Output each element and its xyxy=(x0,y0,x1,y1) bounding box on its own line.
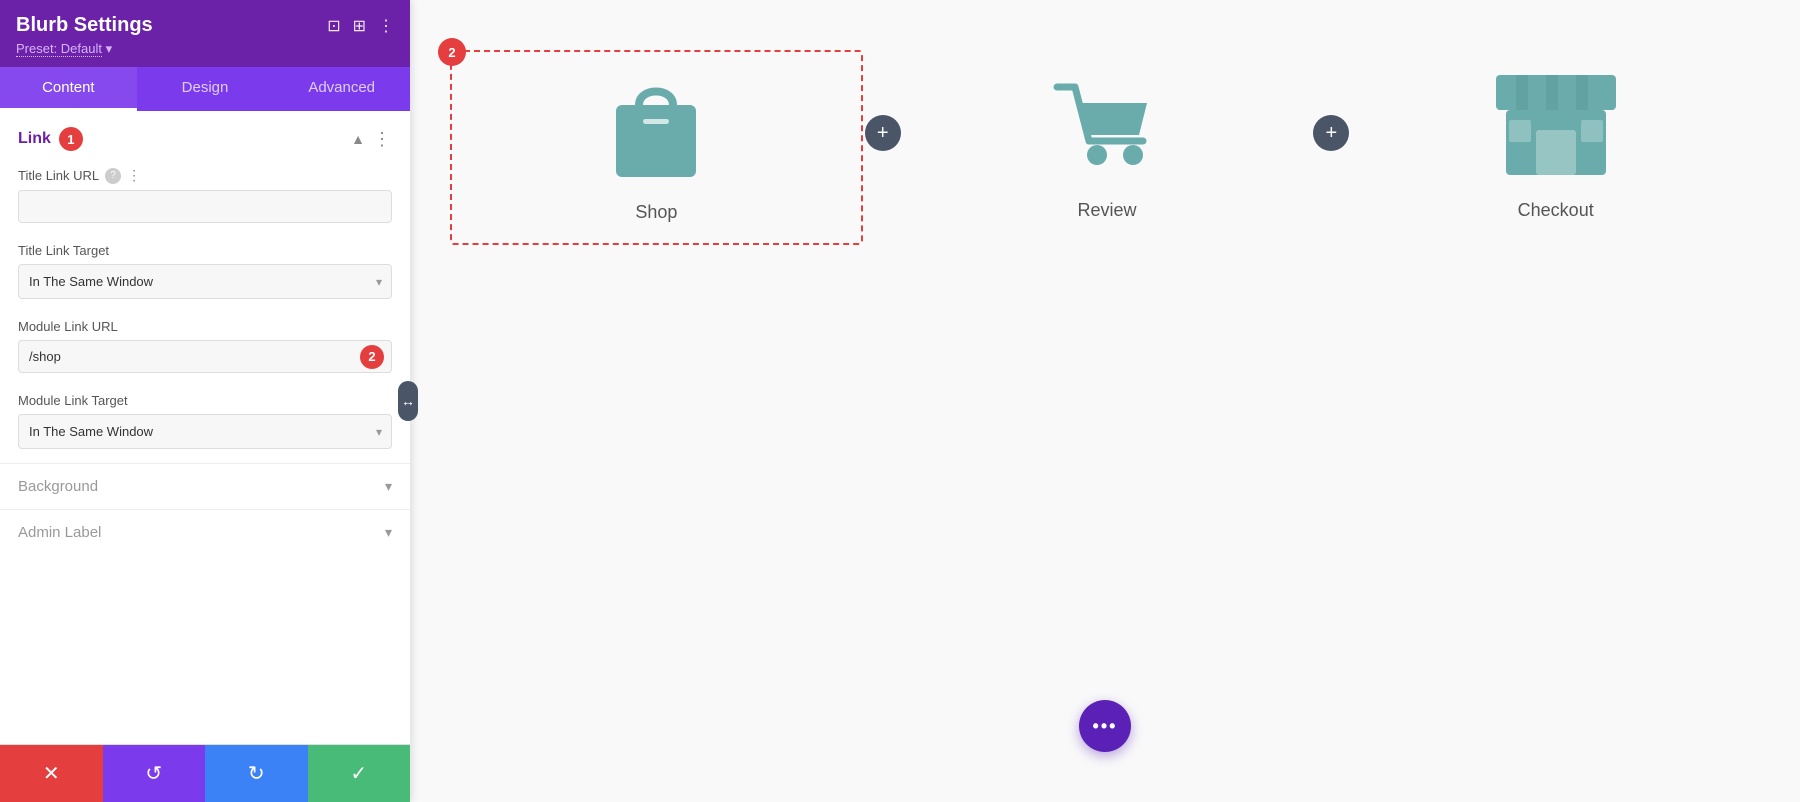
tab-design[interactable]: Design xyxy=(137,67,274,111)
section-dots-menu[interactable]: ⋮ xyxy=(373,129,392,150)
selected-badge: 2 xyxy=(438,38,466,66)
module-link-target-wrap: In The Same Window In A New Window ▾ xyxy=(18,414,392,449)
sidebar-header: Blurb Settings ⊡ ⊞ ⋮ Preset: Default ▾ xyxy=(0,0,410,67)
section-header-right: ▲ ⋮ xyxy=(351,129,392,150)
shop-label: Shop xyxy=(635,202,677,223)
title-link-target-select[interactable]: In The Same Window In A New Window xyxy=(18,264,392,299)
admin-label-chevron-icon: ▾ xyxy=(385,524,392,541)
fab-icon: ••• xyxy=(1093,716,1118,737)
cancel-button[interactable]: ✕ xyxy=(0,745,103,802)
review-icon-wrap xyxy=(1042,60,1172,190)
canvas-row: 2 Shop + xyxy=(450,50,1760,245)
field-dots-menu[interactable]: ⋮ xyxy=(127,167,141,184)
sidebar-content: Link 1 ▲ ⋮ Title Link URL ? ⋮ Title Link… xyxy=(0,111,410,744)
main-canvas: 2 Shop + xyxy=(410,0,1800,802)
module-link-target-select[interactable]: In The Same Window In A New Window xyxy=(18,414,392,449)
link-section-title: Link 1 xyxy=(18,127,83,151)
preset-label[interactable]: Preset: Default ▾ xyxy=(16,41,394,57)
tab-advanced[interactable]: Advanced xyxy=(273,67,410,111)
module-link-url-label: Module Link URL xyxy=(18,319,392,334)
tab-bar: Content Design Advanced xyxy=(0,67,410,111)
help-icon[interactable]: ? xyxy=(105,168,121,184)
chevron-up-icon[interactable]: ▲ xyxy=(351,131,365,147)
title-link-target-group: Title Link Target In The Same Window In … xyxy=(0,237,410,313)
review-cart-icon xyxy=(1047,65,1167,185)
link-badge: 1 xyxy=(59,127,83,151)
title-link-target-wrap: In The Same Window In A New Window ▾ xyxy=(18,264,392,299)
redo-button[interactable]: ↻ xyxy=(205,745,308,802)
tab-content[interactable]: Content xyxy=(0,67,137,111)
title-link-url-group: Title Link URL ? ⋮ xyxy=(0,161,410,237)
save-button[interactable]: ✓ xyxy=(308,745,411,802)
admin-label-section[interactable]: Admin Label ▾ xyxy=(0,509,410,555)
background-chevron-icon: ▾ xyxy=(385,478,392,495)
module-shop[interactable]: 2 Shop xyxy=(450,50,863,245)
expand-icon[interactable]: ⊡ xyxy=(327,16,340,36)
module-link-url-wrap: 2 xyxy=(18,340,392,373)
background-section[interactable]: Background ▾ xyxy=(0,463,410,509)
drag-handle[interactable]: ↔ xyxy=(398,381,418,421)
shop-bag-icon xyxy=(601,67,711,187)
shop-icon-wrap xyxy=(591,62,721,192)
review-label: Review xyxy=(1077,200,1136,221)
module-review[interactable]: Review xyxy=(903,50,1312,241)
add-column-btn-2[interactable]: + xyxy=(1311,115,1351,151)
module-link-target-label: Module Link Target xyxy=(18,393,392,408)
plus-circle-1[interactable]: + xyxy=(865,115,901,151)
plus-circle-2[interactable]: + xyxy=(1313,115,1349,151)
module-link-url-input[interactable] xyxy=(18,340,392,373)
link-title-text: Link xyxy=(18,130,51,148)
undo-button[interactable]: ↺ xyxy=(103,745,206,802)
admin-label-text: Admin Label xyxy=(18,524,101,541)
link-section-header: Link 1 ▲ ⋮ xyxy=(0,111,410,161)
checkout-icon-wrap xyxy=(1491,60,1621,190)
resize-icon: ↔ xyxy=(401,393,415,409)
sidebar: Blurb Settings ⊡ ⊞ ⋮ Preset: Default ▾ C… xyxy=(0,0,410,802)
fab-button[interactable]: ••• xyxy=(1079,700,1131,752)
add-column-btn-1[interactable]: + xyxy=(863,115,903,151)
sidebar-header-top: Blurb Settings ⊡ ⊞ ⋮ xyxy=(16,14,394,37)
sidebar-footer: ✕ ↺ ↻ ✓ xyxy=(0,744,410,802)
module-checkout[interactable]: Checkout xyxy=(1351,50,1760,241)
title-link-target-label: Title Link Target xyxy=(18,243,392,258)
module-link-target-group: Module Link Target In The Same Window In… xyxy=(0,387,410,463)
sidebar-title: Blurb Settings xyxy=(16,14,153,37)
title-link-url-label: Title Link URL ? ⋮ xyxy=(18,167,392,184)
checkout-store-icon xyxy=(1491,65,1621,185)
checkout-label: Checkout xyxy=(1518,200,1594,221)
module-link-badge: 2 xyxy=(360,345,384,369)
title-link-url-input[interactable] xyxy=(18,190,392,223)
background-label: Background xyxy=(18,478,98,495)
sidebar-header-icons: ⊡ ⊞ ⋮ xyxy=(327,16,394,36)
columns-icon[interactable]: ⊞ xyxy=(353,16,366,36)
module-link-url-group: Module Link URL 2 xyxy=(0,313,410,387)
more-icon[interactable]: ⋮ xyxy=(378,16,394,36)
